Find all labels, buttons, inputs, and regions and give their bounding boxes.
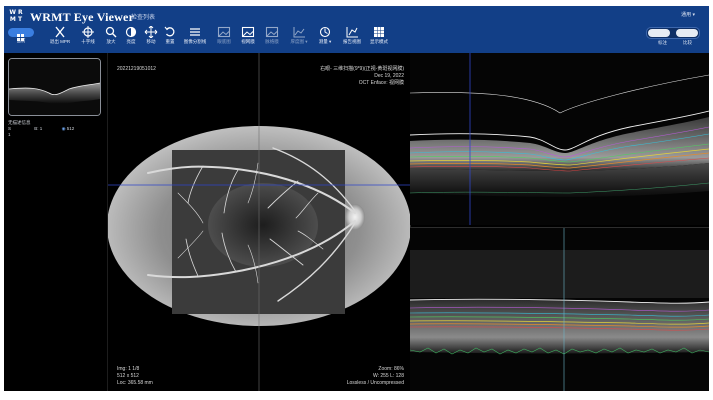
eye-viewer-app: W RM T WRMT Eye Viewer 检查列表 通用 ▾ 当前 退出 M… bbox=[4, 6, 709, 391]
series-frames: 512 bbox=[66, 126, 75, 131]
lines-icon bbox=[190, 28, 200, 36]
annotation-compare-toggle[interactable] bbox=[646, 27, 700, 39]
enface-layer-text: OCT Enface: 视网膜 bbox=[358, 80, 404, 86]
close-mpr-label: 退出 MPR bbox=[49, 39, 71, 44]
compression-text: Lossless / Uncompressed bbox=[346, 380, 404, 386]
close-icon bbox=[55, 26, 65, 38]
image-size-text: 512 x 512 bbox=[117, 373, 139, 379]
series-thumbnail-panel: 无描述信息 S B: 1 ◉ 512 1 bbox=[4, 53, 106, 391]
report-icon bbox=[346, 27, 358, 38]
segmentation-button[interactable]: 图像分割线 bbox=[180, 26, 210, 52]
scan-protocol-text: 右眼- 三维扫描(9*9)(正视-黄斑视网膜) bbox=[320, 66, 404, 72]
bscan-viewport-vertical[interactable] bbox=[410, 227, 709, 391]
user-menu[interactable]: 通用 ▾ bbox=[681, 11, 695, 18]
bscan-viewport-horizontal[interactable] bbox=[410, 53, 709, 225]
layout-icon bbox=[374, 27, 384, 37]
study-id-overlay: 20221219051012 bbox=[117, 66, 156, 72]
location-text: Loc: 365.58 mm bbox=[117, 380, 153, 386]
toggle-knob-right bbox=[676, 29, 698, 37]
zoom-text: Zoom: 86% bbox=[378, 366, 404, 372]
grid-icon bbox=[8, 28, 34, 41]
crosshair-icon bbox=[82, 26, 94, 38]
series-thumbnail[interactable] bbox=[8, 58, 101, 116]
home-button[interactable]: 当前 bbox=[6, 26, 36, 52]
report-button[interactable]: 报告视图 bbox=[337, 26, 367, 52]
layout-button[interactable]: 显示模式 bbox=[364, 26, 394, 52]
segmentation-label: 图像分割线 bbox=[183, 39, 207, 44]
report-label: 报告视图 bbox=[343, 39, 361, 44]
image-icon bbox=[265, 26, 279, 38]
enface-viewport[interactable]: 20221219051012 右眼- 三维扫描(9*9)(正视-黄斑视网膜) D… bbox=[107, 53, 411, 391]
chart-icon bbox=[293, 27, 305, 38]
home-label: 当前 bbox=[16, 38, 26, 43]
layout-label: 显示模式 bbox=[370, 39, 388, 44]
series-side: S bbox=[8, 126, 12, 131]
app-header: W RM T WRMT Eye Viewer 检查列表 通用 ▾ 当前 退出 M… bbox=[4, 6, 709, 53]
bscan-vertical-image bbox=[410, 228, 709, 391]
scan-info-overlay: 右眼- 三维扫描(9*9)(正视-黄斑视网膜) Dec 19, 2022 OCT… bbox=[320, 66, 404, 87]
app-title: WRMT Eye Viewer bbox=[30, 10, 135, 24]
exam-list-link[interactable]: 检查列表 bbox=[131, 12, 155, 21]
series-meta-row: S B: 1 ◉ 512 bbox=[8, 126, 74, 132]
annotation-toggle-label: 标注 bbox=[658, 40, 667, 45]
image-count-icon: ◉ bbox=[61, 126, 66, 131]
measure-icon bbox=[319, 26, 331, 38]
display-info-overlay: Zoom: 86% W: 255 L: 128 Lossless / Uncom… bbox=[347, 366, 404, 387]
scan-date-text: Dec 19, 2022 bbox=[374, 73, 404, 79]
volume-label: 脉络膜 bbox=[265, 39, 279, 44]
compare-toggle-label: 比较 bbox=[683, 40, 692, 45]
image-info-overlay: Img: 1 1/8 512 x 512 Loc: 365.58 mm bbox=[117, 366, 153, 387]
image-index-text: Img: 1 1/8 bbox=[117, 366, 140, 372]
undo-icon bbox=[164, 26, 175, 37]
toggle-knob-left bbox=[648, 29, 670, 37]
series-index: 1 bbox=[8, 132, 11, 137]
bscan-thumbnail-image bbox=[9, 59, 100, 115]
image-icon bbox=[217, 26, 231, 38]
series-bscan-count: B: 1 bbox=[34, 126, 43, 131]
fundus-enface-image bbox=[108, 53, 410, 391]
bscan-horizontal-image bbox=[410, 53, 709, 225]
measure-label: 测量 ▾ bbox=[318, 39, 332, 44]
image-icon bbox=[241, 26, 255, 38]
close-mpr-button[interactable]: 退出 MPR bbox=[45, 26, 75, 52]
app-logo: W RM T bbox=[9, 9, 23, 23]
volume-button[interactable]: 脉络膜 bbox=[257, 26, 287, 52]
measure-button[interactable]: 测量 ▾ bbox=[310, 26, 340, 52]
series-info: 无描述信息 S B: 1 ◉ 512 1 bbox=[8, 120, 74, 138]
window-level-text: W: 255 L: 128 bbox=[372, 373, 404, 379]
